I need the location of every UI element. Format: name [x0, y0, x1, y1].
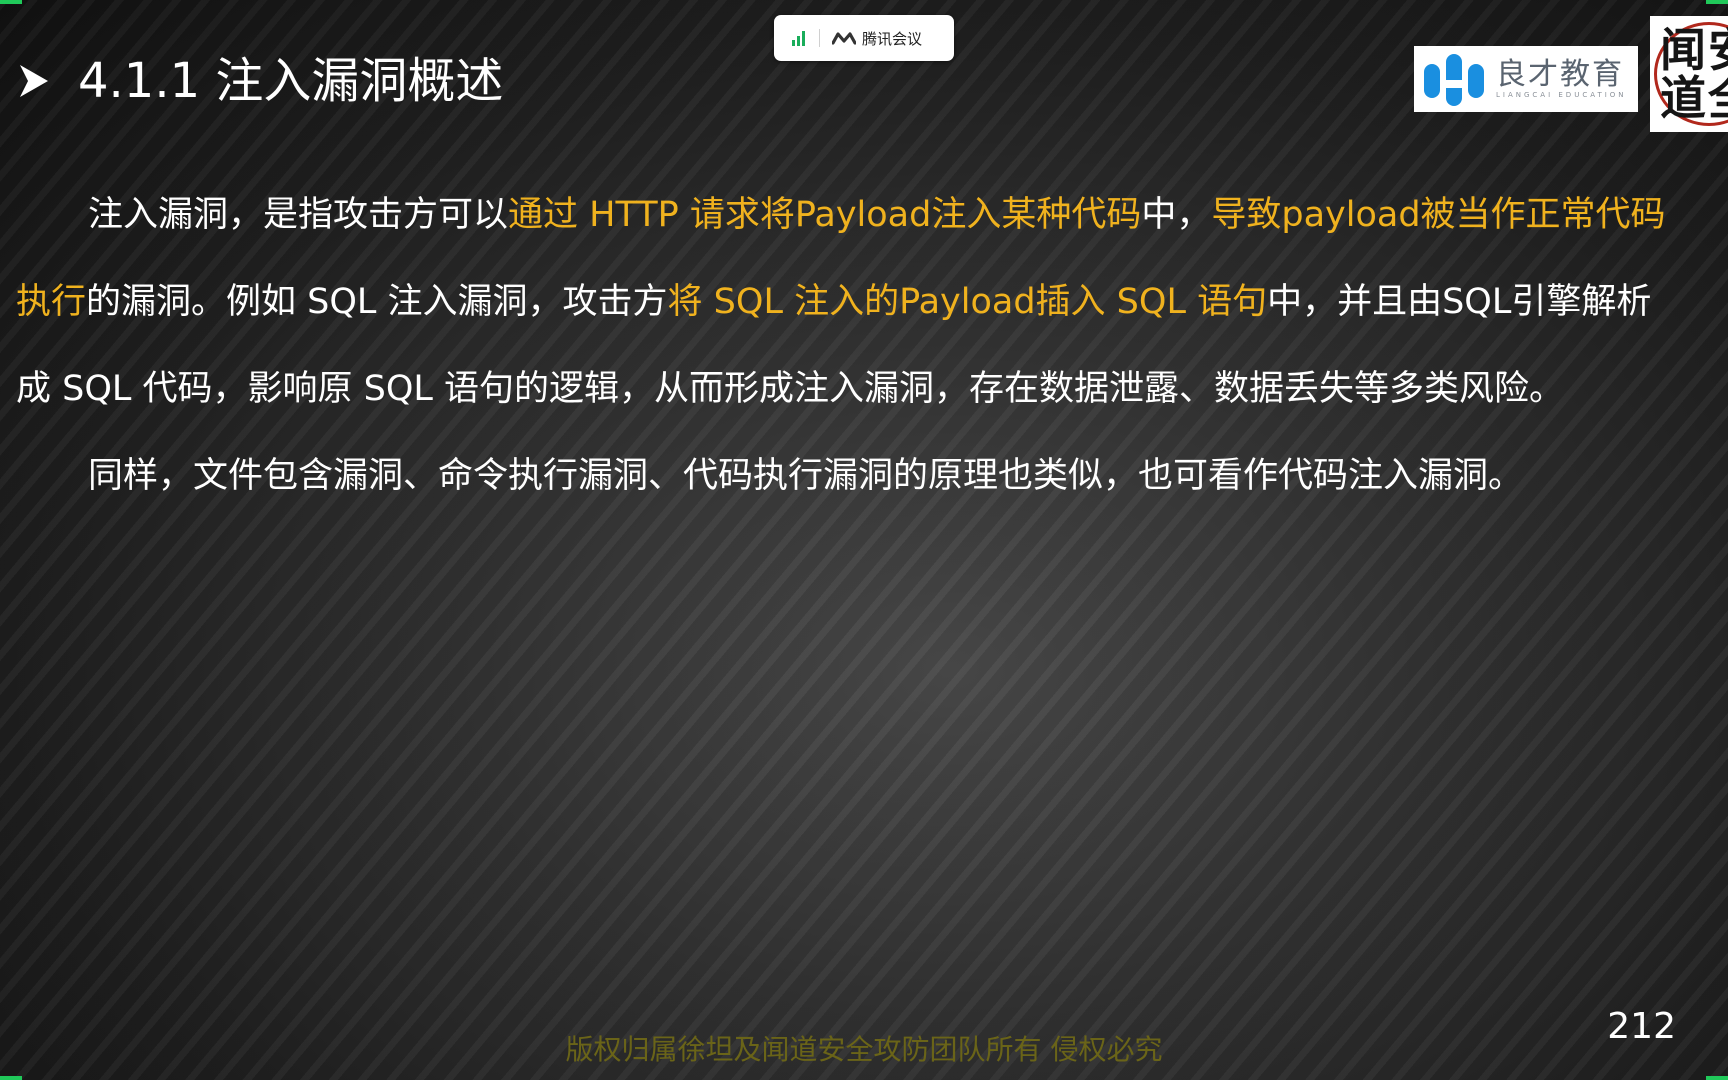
brand-subtitle: LIANGCAI EDUCATION [1496, 90, 1627, 99]
paragraph-1-highlight-3: 将 SQL 注入的Payload插入 SQL 语句 [667, 282, 1268, 322]
paragraph-1-highlight-1: 通过 HTTP 请求将Payload注入某种代码 [508, 195, 1142, 235]
paragraph-1-text-3: 的漏洞。例如 SQL 注入漏洞，攻击方 [86, 282, 668, 322]
slide-title-text: 4.1.1 注入漏洞概述 [78, 53, 504, 109]
badge-divider [819, 29, 820, 47]
slide-body: 注入漏洞，是指攻击方可以通过 HTTP 请求将Payload注入某种代码中，导致… [16, 172, 1666, 520]
seal-glyphs: 闻安道全 [1660, 23, 1728, 125]
copyright-footer: 版权归属徐坦及闻道安全攻防团队所有 侵权必究 [565, 1033, 1163, 1066]
liangcai-brand-mark-icon [1424, 54, 1484, 106]
paragraph-1-text-2: 中， [1141, 195, 1212, 235]
screen-share-corner-top-left [0, 0, 22, 4]
brand-name: 良才教育 [1496, 57, 1624, 93]
network-signal-icon [792, 30, 805, 46]
wendao-security-seal-logo: 闻安道全 [1650, 16, 1728, 132]
screen-share-corner-bottom-left [0, 1076, 22, 1080]
screen-share-corner-top-right [1706, 0, 1728, 4]
body-paragraph-1: 注入漏洞，是指攻击方可以通过 HTTP 请求将Payload注入某种代码中，导致… [16, 172, 1666, 433]
tencent-meeting-logo-icon [832, 32, 856, 45]
paragraph-1-text-1: 注入漏洞，是指攻击方可以 [88, 195, 509, 235]
meeting-status-badge[interactable]: 腾讯会议 [774, 15, 954, 61]
slide-title: 4.1.1 注入漏洞概述 [18, 46, 503, 116]
arrowhead-bullet-icon [20, 65, 48, 97]
screen-share-corner-bottom-right [1706, 1076, 1728, 1080]
meeting-app-name: 腾讯会议 [862, 29, 923, 48]
body-paragraph-2: 同样，文件包含漏洞、命令执行漏洞、代码执行漏洞的原理也类似，也可看作代码注入漏洞… [88, 456, 1524, 496]
page-number: 212 [1607, 1006, 1676, 1047]
liangcai-education-logo: 良才教育 LIANGCAI EDUCATION [1414, 46, 1638, 112]
